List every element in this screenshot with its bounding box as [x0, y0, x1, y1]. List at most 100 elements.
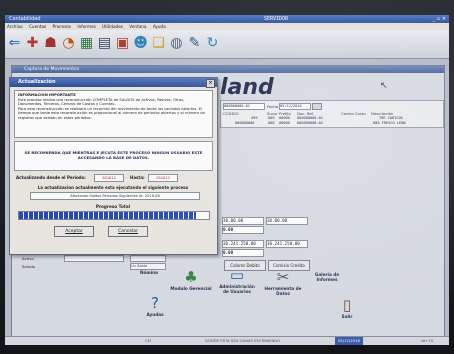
warning-text: SE RECOMIENDA QUE MIENTRAS E JECUTA ESTE… [24, 150, 203, 160]
menu-bar: Archivo Cuentas Procesos Informes Utilid… [5, 23, 449, 30]
notes-icon[interactable]: ▤ [97, 33, 112, 53]
window-controls[interactable]: _ ▫ × [433, 15, 446, 23]
fecha-label: Fecha [267, 104, 279, 109]
total-credit-field: 30.00.00 [266, 217, 308, 225]
update-dialog: Actualización × INFORMACION IMPORTANTE E… [9, 77, 218, 255]
menu-item-informes[interactable]: Informes [77, 24, 95, 29]
table-cell: 000000000-01 [297, 116, 323, 120]
period-row: Actualizando desde el Periodo: 201612 Ha… [14, 174, 212, 182]
exit-door-icon: ▯ [342, 296, 352, 314]
module-gerencial[interactable]: ♣ Modulo Gerencial [170, 268, 212, 291]
gift-icon[interactable]: ✚ [25, 33, 40, 53]
activo-field[interactable] [64, 255, 124, 262]
refresh-icon[interactable]: ↻ [205, 33, 220, 53]
process-label: La actualizacion actualmente esta ejecut… [37, 185, 189, 190]
server-label: SERVIDOR [264, 16, 289, 22]
info-text-2: Para esta reconstrucción se realizará un… [18, 106, 205, 120]
col-codigo: CODIGO [223, 111, 239, 116]
chart-icon: ♣ [184, 268, 198, 286]
menu-item-ayuda[interactable]: Ayuda [153, 24, 166, 29]
accept-button[interactable]: Aceptar [54, 226, 94, 237]
calendar-button[interactable] [312, 103, 322, 110]
calculator-icon[interactable]: ▦ [79, 33, 94, 53]
disk-icon[interactable]: ◍ [169, 33, 184, 53]
total-credit-2-field: 30.241.250.00 [266, 240, 308, 248]
progress-fill [19, 212, 196, 219]
close-icon[interactable]: × [206, 79, 215, 88]
people-icon[interactable]: ☻ [133, 33, 148, 53]
to-period-field: 201612 [148, 174, 178, 182]
menu-item-archivo[interactable]: Archivo [7, 24, 23, 29]
table-cell: 499 [251, 116, 258, 120]
table-cell: 000 [268, 121, 275, 125]
menu-item-procesos[interactable]: Procesos [53, 24, 71, 29]
main-window-title: Captura de Movimientos [12, 66, 444, 73]
movement-header-form: 000000000-01 Fecha 05/12/2016 CODIGO Suc… [220, 100, 444, 128]
screen: Contabilidad SERVIDOR _ ▫ × Archivo Cuen… [5, 15, 449, 345]
module-galeria-label: Galería de Informes [314, 272, 340, 282]
toolbar: ⇐ ✚ ☗ ◔ ▦ ▤ ▣ ☻ ❏ ◍ ✎ ↻ [5, 30, 449, 59]
module-ayudas[interactable]: ? Ayudas [134, 294, 176, 317]
tools-icon: ✂ [276, 268, 290, 286]
pencil-icon[interactable]: ✎ [187, 33, 202, 53]
module-nomina-label: Nómina [140, 270, 158, 275]
table-cell: 000 [268, 116, 275, 120]
cancel-button[interactable]: Cancelar [108, 226, 148, 237]
module-herramienta[interactable]: ✂ Herramienta de Datos [262, 268, 304, 296]
difference-field: 0.00 [222, 226, 264, 234]
dialog-titlebar: Actualización × [10, 78, 217, 88]
from-period-field: 201612 [94, 174, 124, 182]
app-title: Contabilidad [9, 16, 41, 22]
menu-item-cuentas[interactable]: Cuentas [29, 24, 46, 29]
progress-bar [18, 211, 210, 220]
table-cell: 00000 [279, 121, 290, 125]
status-left: CEI [145, 338, 152, 343]
from-period-label: Actualizando desde el Periodo: [16, 175, 86, 180]
module-galeria[interactable]: Galería de Informes [306, 272, 348, 282]
brand-logo: land [220, 75, 274, 100]
computer-icon: ▭ [229, 266, 245, 284]
mouse-cursor-icon: ↖ [380, 81, 388, 91]
difference-2-field: 0.00 [222, 249, 264, 257]
info-panel: INFORMACION IMPORTANTE Este proceso real… [14, 90, 213, 138]
module-gerencial-label: Modulo Gerencial [170, 286, 212, 291]
total-debit-field: 30.00.00 [222, 217, 264, 225]
form-label: Activo [22, 256, 34, 261]
table-cell: 000000000 [235, 121, 255, 125]
menu-item-utilidades[interactable]: Utilidades [102, 24, 123, 29]
status-date: 05/12/2016 [335, 337, 363, 345]
module-nomina[interactable]: Nómina [128, 270, 170, 275]
documents-icon[interactable]: ❏ [151, 33, 166, 53]
window-titlebar: Contabilidad SERVIDOR _ ▫ × [5, 15, 449, 23]
col-centro-costo: Centro Costo [341, 111, 366, 116]
module-usuarios[interactable]: ▭ Administración de Usuarios [216, 266, 258, 294]
saldo-field[interactable]: Un Saldo [130, 263, 166, 270]
table-cell: 000 FRESCO LEON [373, 121, 406, 125]
document-code-field[interactable]: 000000000-01 [223, 103, 265, 110]
to-period-label: Hasta: [130, 175, 145, 180]
status-version: Ver 10 [421, 338, 434, 343]
module-herramienta-label: Herramienta de Datos [264, 286, 302, 296]
exit-icon[interactable]: ⇐ [7, 33, 22, 53]
fecha-field[interactable]: 05/12/2016 [279, 103, 311, 110]
status-center: DONDE ESTA SEA GANAS ESCRIBIENDO [205, 338, 281, 343]
menu-item-ventana[interactable]: Ventana [129, 24, 146, 29]
table-cell: THE CARICOS [379, 116, 403, 120]
form-label: Saludo [22, 264, 35, 269]
dialog-title: Actualización [18, 79, 56, 85]
module-usuarios-label: Administración de Usuarios [219, 284, 255, 294]
status-bar: CEI DONDE ESTA SEA GANAS ESCRIBIENDO 05/… [5, 336, 449, 345]
pie-chart-icon[interactable]: ◔ [61, 33, 76, 53]
progress-label: Progreso Total [95, 204, 131, 209]
total-debit-2-field: 30.241.250.00 [222, 240, 264, 248]
module-salir[interactable]: ▯ Salir [326, 296, 368, 319]
table-cell: 00000 [279, 116, 290, 120]
module-ayudas-label: Ayudas [146, 312, 164, 317]
table-cell: 000000000-02 [297, 121, 323, 125]
calendar-icon[interactable]: ▣ [115, 33, 130, 53]
warning-panel: SE RECOMIENDA QUE MIENTRAS E JECUTA ESTE… [14, 141, 213, 171]
info-text-1: Este proceso realiza una reconstrucción … [18, 97, 185, 107]
users-icon[interactable]: ☗ [43, 33, 58, 53]
activo-extra-field[interactable] [130, 255, 166, 262]
process-value: Afectando Saldos Periodos Siguientes Al:… [30, 192, 200, 200]
